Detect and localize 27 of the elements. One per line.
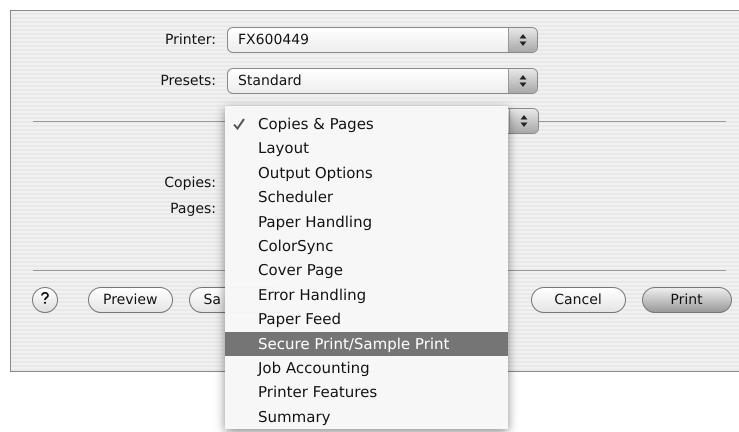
field-label: Copies: (163, 175, 216, 191)
menu-item[interactable]: Layout (225, 136, 508, 161)
menu-item[interactable]: Summary (225, 404, 508, 430)
printer-popup[interactable]: FX600449 (227, 27, 538, 53)
menu-item[interactable]: Job Accounting (225, 356, 508, 380)
menu-item[interactable]: Paper Feed (225, 307, 508, 332)
menu-item[interactable]: Cover Page (225, 258, 508, 283)
dialog-button[interactable]: Cancel (530, 287, 626, 313)
help-button[interactable] (32, 287, 58, 313)
menu-item[interactable]: Error Handling (225, 282, 508, 308)
menu-item[interactable]: ColorSync (225, 234, 508, 258)
dialog-button[interactable]: Preview (88, 287, 172, 313)
help-icon (41, 292, 49, 304)
menu-item[interactable]: Copies & Pages (225, 112, 508, 136)
field-label: Presets: (159, 73, 216, 89)
menu-item[interactable]: Secure Print/Sample Print (225, 332, 508, 356)
stepper-arrows-icon (519, 74, 527, 88)
menu-item[interactable]: Scheduler (225, 185, 508, 210)
stepper-arrows-icon (520, 114, 528, 128)
menu-item[interactable]: Paper Handling (225, 210, 508, 234)
menu-item[interactable]: Printer Features (225, 380, 508, 405)
field-label: Pages: (169, 201, 216, 217)
menu-item[interactable]: Output Options (225, 160, 508, 186)
stepper-arrows-icon (519, 33, 527, 47)
field-label: Printer: (164, 32, 216, 48)
presets-popup[interactable]: Standard (227, 68, 538, 94)
dialog-button[interactable]: Print (642, 287, 732, 313)
